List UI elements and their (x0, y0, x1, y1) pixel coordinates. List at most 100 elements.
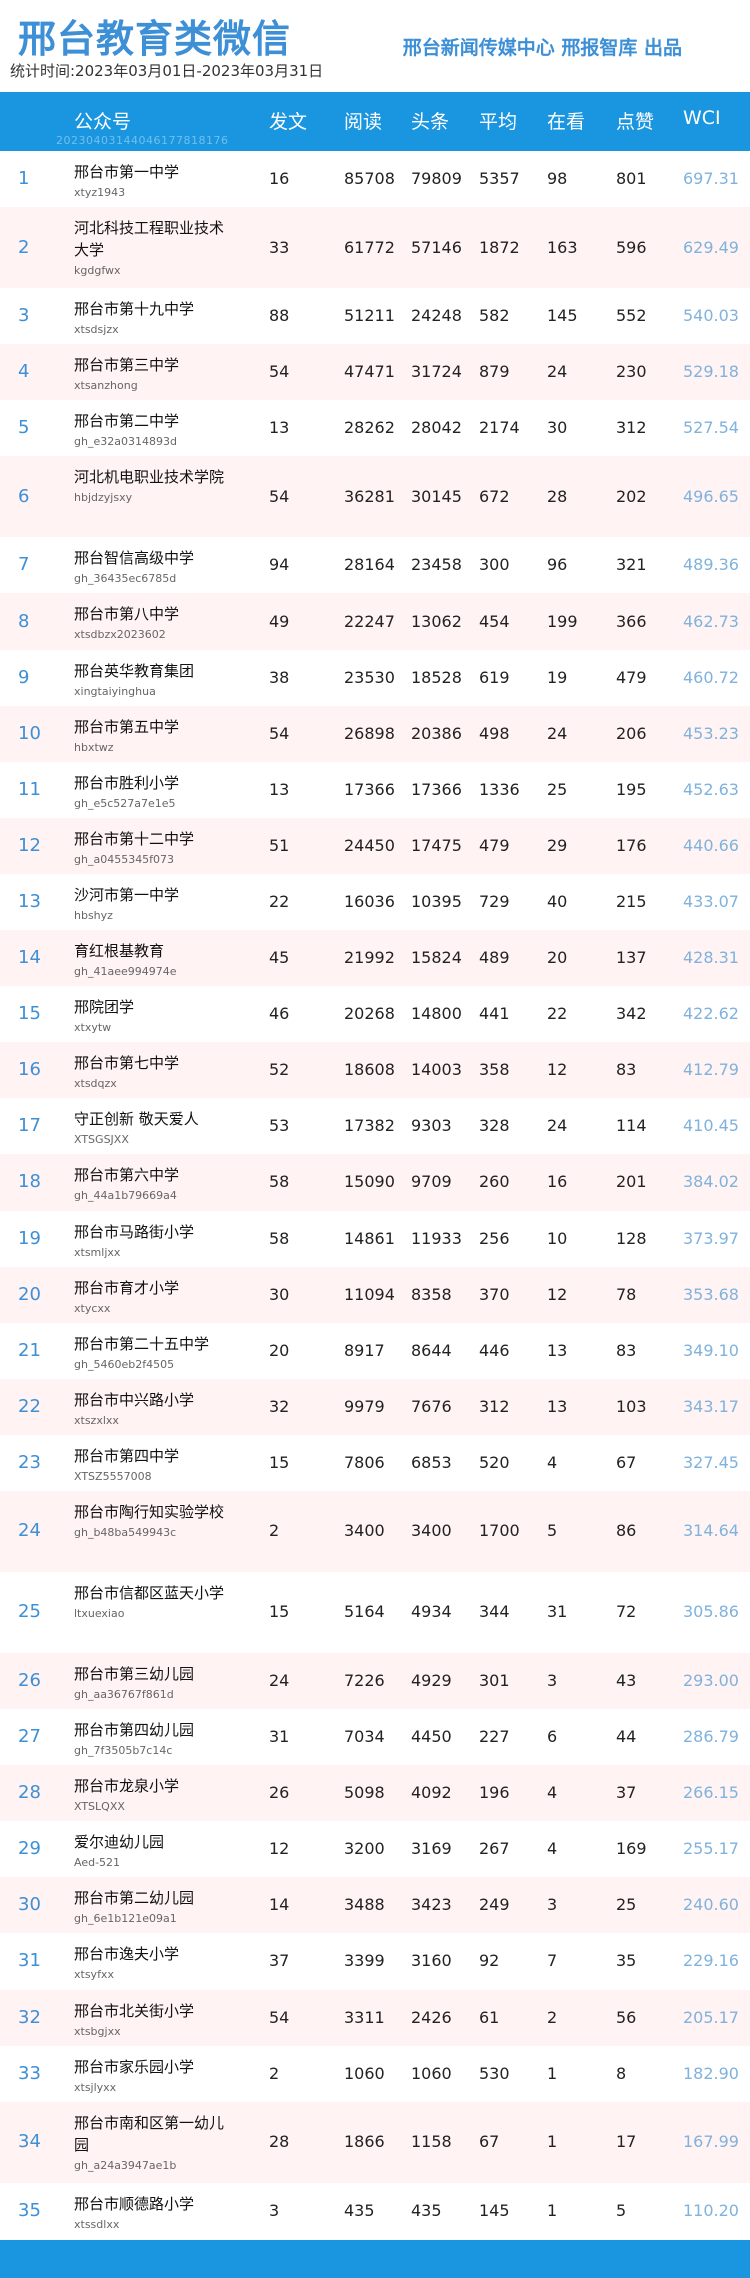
rank-number: 3 (18, 305, 30, 327)
account-name: 邢台市胜利小学 (74, 773, 180, 792)
account-id: hbshyz (74, 908, 113, 922)
account-id: Aed-521 (74, 1856, 121, 1870)
account-cell: 邢台市第四幼儿园 gh_7f3505b7c14c (74, 1719, 224, 1757)
average-cell: 301 (479, 1671, 510, 1691)
reads-cell: 7806 (344, 1452, 385, 1472)
reads-cell: 5098 (344, 1783, 385, 1803)
watching-cell: 6 (547, 1727, 558, 1747)
likes-cell: 479 (616, 667, 647, 687)
account-name: 邢台智信高级中学 (74, 549, 195, 568)
posts-cell: 53 (269, 1116, 290, 1136)
table-row: 14 育红根基教育 gh_41aee994974e 45 21992 15824 489 20… (0, 930, 750, 987)
table-row: 16 邢台市第七中学 xtsdqzx 52 18608 14003 358 12 83 412.7… (0, 1042, 750, 1099)
reads-cell: 7226 (344, 1671, 385, 1691)
average-cell: 672 (479, 486, 510, 506)
reads-cell: 14861 (344, 1228, 395, 1248)
rank-number: 14 (18, 947, 41, 969)
wci-cell: 527.54 (683, 418, 739, 438)
rank-number: 28 (18, 1782, 41, 1804)
account-id: xtsdsjzx (74, 323, 119, 337)
rank-number: 31 (18, 1950, 41, 1972)
wci-cell: 428.31 (683, 948, 739, 968)
account-name: 邢台市第二幼儿园 (74, 1889, 195, 1908)
account-id: gh_b48ba549943c (74, 1525, 177, 1539)
headline-cell: 9303 (411, 1116, 452, 1136)
headline-cell: 1060 (411, 2063, 452, 2083)
reads-cell: 3311 (344, 2007, 385, 2027)
posts-cell: 13 (269, 418, 290, 438)
account-cell: 邢台市家乐园小学 xtsjlyxx (74, 2056, 224, 2094)
wci-cell: 412.79 (683, 1060, 739, 1080)
headline-cell: 11933 (411, 1228, 462, 1248)
headline-cell: 13062 (411, 611, 462, 631)
report-header: 邢台教育类微信 统计时间:2023年03月01日-2023年03月31日 邢台新… (0, 0, 750, 92)
likes-cell: 56 (616, 2007, 637, 2027)
table-row: 4 邢台市第三中学 xtsanzhong 54 47471 31724 879 24 230 52… (0, 344, 750, 401)
account-id: hbjdzyjsxy (74, 491, 133, 505)
posts-cell: 46 (269, 1004, 290, 1024)
table-row: 27 邢台市第四幼儿园 gh_7f3505b7c14c 31 7034 4450 227 6 4… (0, 1709, 750, 1766)
rank-number: 8 (18, 610, 30, 632)
column-header-likes: 点赞 (616, 111, 655, 133)
rank-number: 13 (18, 890, 41, 912)
reads-cell: 18608 (344, 1060, 395, 1080)
reads-cell: 20268 (344, 1004, 395, 1024)
account-id: gh_5460eb2f4505 (74, 1357, 175, 1371)
average-cell: 145 (479, 2200, 510, 2220)
reads-cell: 36281 (344, 486, 395, 506)
column-header-reads: 阅读 (344, 111, 383, 133)
average-cell: 619 (479, 667, 510, 687)
account-id: xtsanzhong (74, 379, 138, 393)
average-cell: 1700 (479, 1521, 520, 1541)
likes-cell: 43 (616, 1671, 637, 1691)
watching-cell: 10 (547, 1228, 568, 1248)
account-id: kgdgfwx (74, 264, 121, 278)
rank-number: 24 (18, 1520, 41, 1542)
posts-cell: 54 (269, 723, 290, 743)
account-id: gh_6e1b121e09a1 (74, 1912, 177, 1926)
account-cell: 邢台市龙泉小学 XTSLQXX (74, 1775, 224, 1813)
table-row: 15 邢院团学 xtxytw 46 20268 14800 441 22 342 422.62 (0, 986, 750, 1043)
account-cell: 邢台市第十二中学 gh_a0455345f073 (74, 828, 224, 866)
account-cell: 河北科技工程职业技术大学 kgdgfwx (74, 217, 224, 277)
watching-cell: 12 (547, 1284, 568, 1304)
table-row: 17 守正创新 敬天爱人 XTSGSJXX 53 17382 9303 328 24 114 41… (0, 1098, 750, 1155)
reads-cell: 47471 (344, 362, 395, 382)
wci-cell: 384.02 (683, 1172, 739, 1192)
reads-cell: 1866 (344, 2132, 385, 2152)
report-period: 统计时间:2023年03月01日-2023年03月31日 (10, 62, 324, 80)
wci-cell: 266.15 (683, 1783, 739, 1803)
average-cell: 520 (479, 1452, 510, 1472)
account-id: gh_aa36767f861d (74, 1687, 174, 1701)
rank-number: 2 (18, 236, 30, 258)
table-row: 13 沙河市第一中学 hbshyz 22 16036 10395 729 40 215 433.0… (0, 873, 750, 931)
posts-cell: 32 (269, 1396, 290, 1416)
watching-cell: 145 (547, 306, 578, 326)
account-name: 邢台市信都区蓝天小学 (74, 1583, 225, 1602)
headline-cell: 6853 (411, 1452, 452, 1472)
wci-cell: 205.17 (683, 2007, 739, 2027)
account-name: 邢台市第十九中学 (74, 300, 195, 319)
account-name: 河北科技工程职业技术大学 (74, 219, 225, 260)
posts-cell: 20 (269, 1340, 290, 1360)
wci-cell: 460.72 (683, 667, 739, 687)
reads-cell: 24450 (344, 835, 395, 855)
reads-cell: 51211 (344, 306, 395, 326)
account-cell: 沙河市第一中学 hbshyz (74, 884, 224, 922)
account-id: hbxtwz (74, 740, 114, 754)
table-row: 29 爱尔迪幼儿园 Aed-521 12 3200 3169 267 4 169 255.17 (0, 1821, 750, 1878)
rank-number: 25 (18, 1601, 41, 1623)
watching-cell: 24 (547, 723, 568, 743)
watching-cell: 163 (547, 237, 578, 257)
likes-cell: 230 (616, 362, 647, 382)
account-name: 邢台市第五中学 (74, 717, 180, 736)
watching-cell: 3 (547, 1895, 558, 1915)
wci-cell: 286.79 (683, 1727, 739, 1747)
headline-cell: 3423 (411, 1895, 452, 1915)
average-cell: 312 (479, 1396, 510, 1416)
headline-cell: 2426 (411, 2007, 452, 2027)
posts-cell: 28 (269, 2132, 290, 2152)
wci-cell: 305.86 (683, 1602, 739, 1622)
headline-cell: 3400 (411, 1521, 452, 1541)
account-name: 邢台英华教育集团 (74, 661, 195, 680)
